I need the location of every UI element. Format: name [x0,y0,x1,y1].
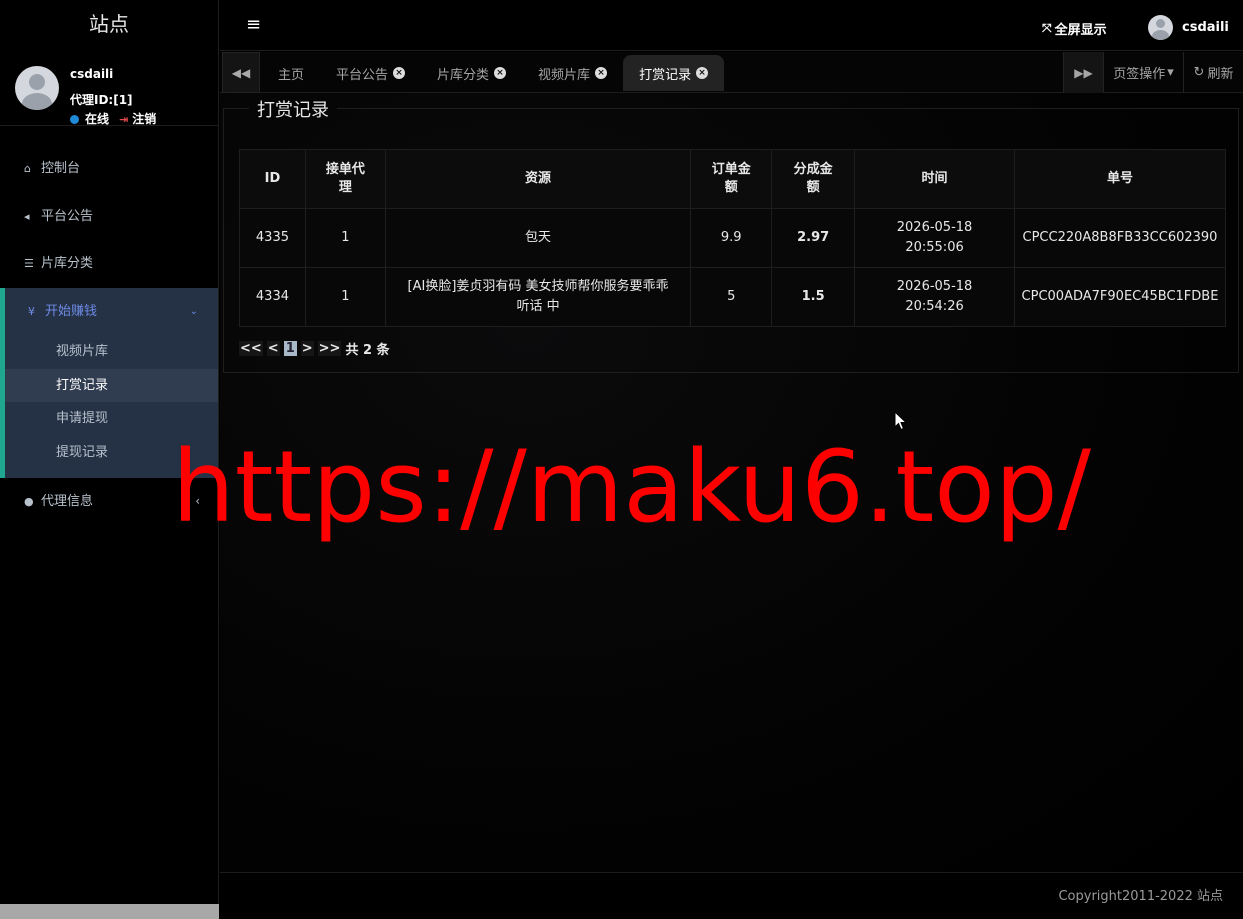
column-header: 资源 [384,149,692,209]
brand-title: 站点 [89,12,129,36]
pager-current-page[interactable]: 1 [283,341,297,356]
cell-order-amount: 5 [690,267,773,327]
tab-scroll-left-button[interactable]: ◀◀ [222,52,260,93]
tab-video-library[interactable]: 视频片库 × [522,55,623,91]
mouse-cursor-icon [894,411,908,431]
reward-records-panel: 打赏记录 ID 接单代理 资源 订单金额 分成金额 时间 单号 4335 1 包… [223,96,1239,373]
expand-icon: ⤧ [1042,21,1052,35]
avatar [15,66,59,110]
tab-reward-records[interactable]: 打赏记录 × [623,55,725,91]
cell-id: 4334 [239,267,306,327]
user-panel: csdaili 代理ID:[1] 在线 ⇥ 注销 [0,50,218,126]
table-row: 4335 1 包天 9.9 2.97 2026-05-18 20:55:06 C… [239,208,1227,268]
sign-out-icon: ⇥ [119,113,129,126]
pager-last-link[interactable]: >> [317,341,342,356]
pager-next-link[interactable]: > [300,341,314,356]
cell-resource: 包天 [384,208,692,268]
column-header: ID [239,149,306,209]
table-row: 4334 1 [AI换脸]姜贞羽有码 美女技师帮你服务要乖乖听话 中 5 1.5… [239,267,1227,327]
tab-home[interactable]: 主页 [262,55,320,91]
online-dot-icon [70,115,79,124]
caret-down-icon: ▾ [1167,65,1174,80]
pager-prev-link[interactable]: < [266,341,280,356]
tab-list: 主页 平台公告 × 片库分类 × 视频片库 × 打赏记录 × [262,55,725,91]
cell-time: 2026-05-18 20:55:06 [854,208,1015,268]
sidebar-scrollbar[interactable] [0,904,219,919]
cell-commission: 2.97 [771,208,856,268]
cell-resource: [AI换脸]姜贞羽有码 美女技师帮你服务要乖乖听话 中 [384,267,692,327]
refresh-button[interactable]: ↻ 刷新 [1183,52,1243,93]
column-header: 单号 [1013,149,1227,209]
column-header: 订单金额 [690,149,773,209]
double-right-icon: ▶▶ [1074,65,1093,80]
tab-bar: ◀◀ 主页 平台公告 × 片库分类 × 视频片库 × 打赏记录 × ▶▶ 页签操作 ▾ ↻… [220,52,1243,93]
tab-scroll-right-button[interactable]: ▶▶ [1063,52,1103,93]
reward-records-table: ID 接单代理 资源 订单金额 分成金额 时间 单号 4335 1 包天 9.9… [239,149,1227,327]
agent-id: 代理ID:[1] [70,93,133,107]
bullhorn-icon: ◂ [24,209,30,223]
column-header: 时间 [854,149,1015,209]
header-user-name: csdaili [1182,20,1229,35]
refresh-icon: ↻ [1193,65,1205,80]
panel-title: 打赏记录 [249,96,337,122]
tab-categories[interactable]: 片库分类 × [421,55,522,91]
chevron-down-icon: ⌄ [189,305,198,317]
cell-agent: 1 [304,208,386,268]
sidebar-item-dashboard[interactable]: ⌂ 控制台 [0,145,218,193]
column-header: 分成金额 [771,149,856,209]
close-icon[interactable]: × [696,67,709,79]
sidebar-item-categories[interactable]: ☰ 片库分类 [0,240,218,288]
menu-toggle-icon[interactable]: ≡ [246,14,261,35]
cell-agent: 1 [304,267,386,327]
tab-operations-dropdown[interactable]: 页签操作 ▾ [1103,52,1183,93]
pager-total: 共 2 条 [345,343,390,358]
logout-link[interactable]: ⇥ 注销 [119,110,156,127]
online-status: 在线 [70,110,109,127]
fullscreen-button[interactable]: ⤧ 全屏显示 [1042,19,1107,38]
status-row: 在线 ⇥ 注销 [70,110,156,127]
sidebar-subitem-video-library[interactable]: 视频片库 [5,335,218,369]
cell-time: 2026-05-18 20:54:26 [854,267,1015,327]
pager-first-link[interactable]: << [239,341,263,356]
header-user-menu[interactable]: csdaili [1148,15,1229,40]
tab-announcements[interactable]: 平台公告 × [320,55,421,91]
user-icon: ● [24,495,34,508]
top-header: ≡ ⤧ 全屏显示 csdaili [220,0,1243,51]
sidebar-item-earn-money[interactable]: ¥ 开始赚钱 ⌄ [0,287,218,335]
header-avatar [1148,15,1173,40]
yen-icon: ¥ [28,304,35,318]
cell-id: 4335 [239,208,306,268]
close-icon[interactable]: × [494,67,507,79]
sidebar-subitem-reward-records[interactable]: 打赏记录 [5,368,218,402]
watermark-url: https://maku6.top/ [172,430,1092,545]
list-icon: ☰ [24,257,34,270]
table-header-row: ID 接单代理 资源 订单金额 分成金额 时间 单号 [239,149,1227,209]
close-icon[interactable]: × [393,67,406,79]
user-name: csdaili [70,67,114,81]
close-icon[interactable]: × [595,67,608,79]
cell-commission: 1.5 [771,267,856,327]
copyright-text: Copyright2011-2022 站点 [1058,889,1223,904]
footer: Copyright2011-2022 站点 [220,872,1243,919]
pagination: << < 1 > >> 共 2 条 [239,339,390,358]
cell-order-no: CPC00ADA7F90EC45BC1FDBE [1013,267,1227,327]
home-icon: ⌂ [24,162,31,175]
cell-order-no: CPCC220A8B8FB33CC602390 [1013,208,1227,268]
sidebar-item-announcements[interactable]: ◂ 平台公告 [0,193,218,241]
cell-order-amount: 9.9 [690,208,773,268]
column-header: 接单代理 [304,149,386,209]
double-left-icon: ◀◀ [231,65,251,80]
